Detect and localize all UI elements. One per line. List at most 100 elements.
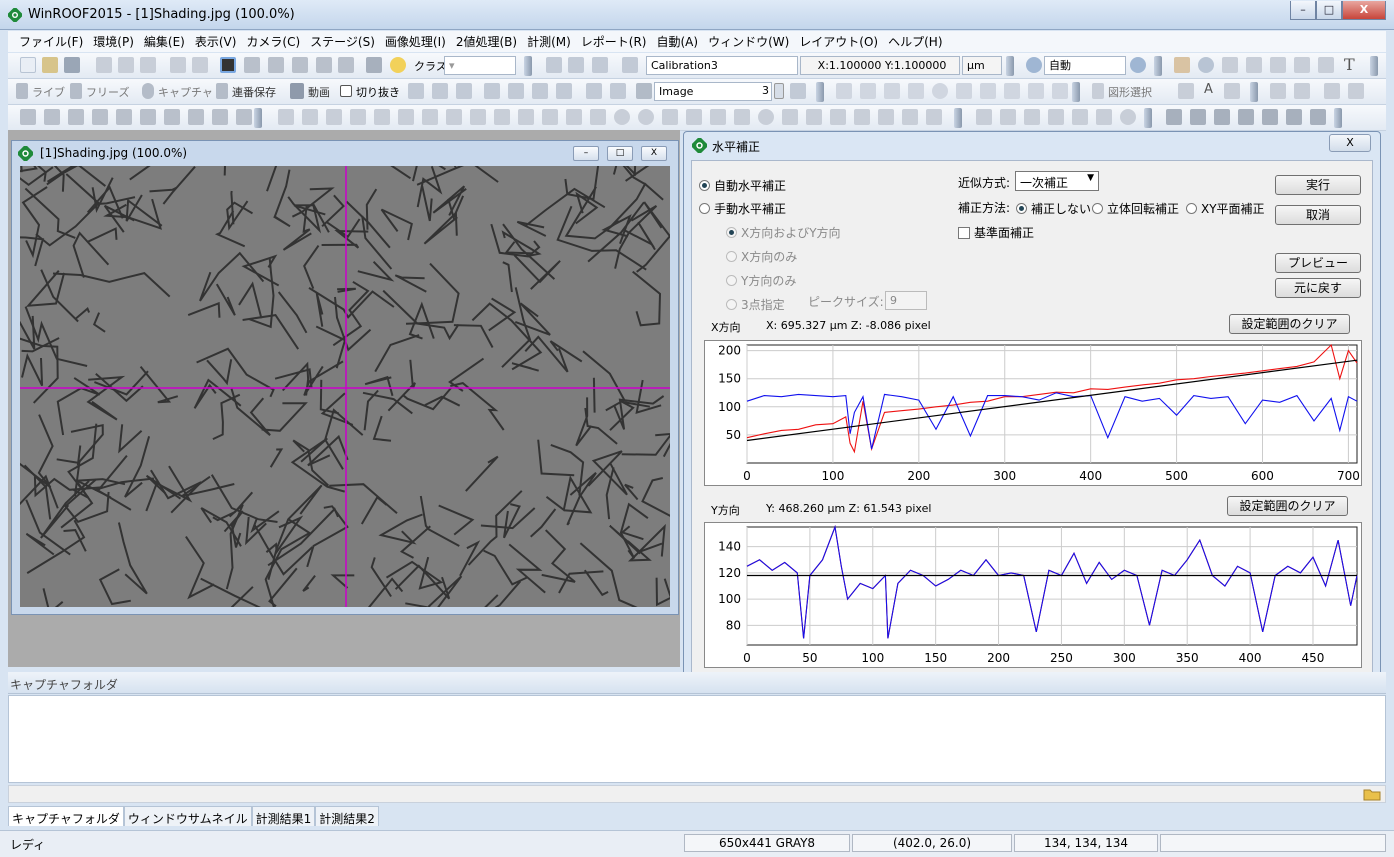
angle2-icon[interactable] (566, 109, 582, 125)
mask-icon[interactable] (316, 57, 332, 73)
y-profile-chart[interactable]: 0 50 100 150 200 250 300 350 400 450 80 100 120 140 (704, 522, 1362, 668)
text-tool-icon[interactable]: T (1344, 55, 1355, 74)
filter-icon[interactable] (508, 83, 524, 99)
rect-icon[interactable] (662, 109, 678, 125)
method-xy-radio[interactable]: XY平面補正 (1186, 200, 1265, 217)
radio-icon[interactable] (1186, 203, 1197, 214)
tool6-icon[interactable] (1286, 109, 1302, 125)
zoom-in-icon[interactable] (1026, 57, 1042, 73)
text-a-icon[interactable]: A (1204, 82, 1213, 97)
polygon-icon[interactable] (956, 83, 972, 99)
grid-icon[interactable] (568, 57, 584, 73)
perp-icon[interactable] (1000, 109, 1016, 125)
layout-icon[interactable] (532, 83, 548, 99)
table-icon[interactable] (546, 57, 562, 73)
stack-icon[interactable] (830, 109, 846, 125)
tool4-icon[interactable] (1238, 109, 1254, 125)
leveling-dialog[interactable]: 水平補正 X 自動水平補正 手動水平補正 X方向およびY方向 X方向のみ Y方向… (683, 131, 1381, 687)
measure2-icon[interactable] (44, 109, 60, 125)
cut-icon[interactable] (96, 57, 112, 73)
reference-plane-checkbox[interactable]: 基準面補正 (958, 224, 1034, 241)
spin-icon[interactable] (774, 83, 784, 99)
measure9-icon[interactable] (212, 109, 228, 125)
refresh-icon[interactable] (790, 83, 806, 99)
help-icon[interactable] (390, 57, 406, 73)
tab-1[interactable]: ウィンドウサムネイル (123, 806, 252, 826)
report-icon[interactable] (1270, 83, 1286, 99)
manual-level-radio[interactable]: 手動水平補正 (699, 200, 786, 217)
toolbar-grip[interactable] (254, 108, 262, 128)
hand-icon[interactable] (1174, 57, 1190, 73)
zoom-out-icon[interactable] (1130, 57, 1146, 73)
measure6-icon[interactable] (140, 109, 156, 125)
tool5-icon[interactable] (1262, 109, 1278, 125)
tool1-icon[interactable] (1166, 109, 1182, 125)
calibration-combo[interactable]: Calibration3 (646, 56, 798, 75)
line-icon[interactable] (860, 83, 876, 99)
cancel-button[interactable]: 取消 (1275, 205, 1361, 225)
settings-icon[interactable] (484, 83, 500, 99)
image-source-icon[interactable] (636, 83, 652, 99)
toolbar-grip[interactable] (1250, 82, 1258, 102)
frame-icon[interactable] (338, 57, 354, 73)
toolbar-grip[interactable] (954, 108, 962, 128)
clear-range-x-button[interactable]: 設定範囲のクリア (1229, 314, 1350, 334)
menu-item-0[interactable]: ファイル(F) (14, 33, 88, 50)
curve2-icon[interactable] (422, 109, 438, 125)
seq-save-button[interactable]: 連番保存 (232, 84, 276, 100)
ellipse2-icon[interactable] (758, 109, 774, 125)
calibration-icon[interactable] (622, 57, 638, 73)
clear-range-y-button[interactable]: 設定範囲のクリア (1227, 496, 1348, 516)
hatch-icon[interactable] (374, 109, 390, 125)
toolbar-grip[interactable] (1006, 56, 1014, 76)
capture-button[interactable]: キャプチャ (158, 84, 213, 100)
cross2-icon[interactable] (976, 109, 992, 125)
circle2-icon[interactable] (638, 109, 654, 125)
save-icon[interactable] (64, 57, 80, 73)
menu-item-9[interactable]: レポート(R) (576, 33, 652, 50)
approx-select[interactable]: 一次補正 ▼ (1015, 171, 1099, 191)
font-icon[interactable] (408, 83, 424, 99)
auto-level-radio[interactable]: 自動水平補正 (699, 177, 786, 194)
measure5-icon[interactable] (116, 109, 132, 125)
point-icon[interactable] (518, 109, 534, 125)
paste-image-icon[interactable] (610, 83, 626, 99)
triangle-icon[interactable] (590, 109, 606, 125)
toolbar-grip[interactable] (1144, 108, 1152, 128)
sequence-icon[interactable] (216, 83, 228, 99)
open-icon[interactable] (42, 57, 58, 73)
image-close-button[interactable]: X (641, 146, 667, 161)
split-icon[interactable] (878, 109, 894, 125)
circle-icon[interactable] (614, 109, 630, 125)
image-number[interactable]: 3 (750, 82, 772, 101)
measure4-icon[interactable] (92, 109, 108, 125)
tab-3[interactable]: 計測結果2 (315, 806, 379, 826)
play-icon[interactable] (16, 83, 28, 99)
toolbar-grip[interactable] (1334, 108, 1342, 128)
tab-2[interactable]: 計測結果1 (251, 806, 316, 826)
menu-item-11[interactable]: ウィンドウ(W) (703, 33, 794, 50)
method-none-radio[interactable]: 補正しない (1016, 200, 1091, 217)
poly-icon[interactable] (710, 109, 726, 125)
radio-icon[interactable] (1092, 203, 1103, 214)
grid-select-icon[interactable] (1028, 83, 1044, 99)
tool2-icon[interactable] (1190, 109, 1206, 125)
close-button[interactable]: X (1342, 1, 1386, 20)
image-minimize-button[interactable]: – (573, 146, 599, 161)
ae-icon[interactable] (456, 83, 472, 99)
copy-image-icon[interactable] (586, 83, 602, 99)
grid2-icon[interactable] (782, 109, 798, 125)
measure3-icon[interactable] (68, 109, 84, 125)
curve-icon[interactable] (398, 109, 414, 125)
menu-item-5[interactable]: ステージ(S) (305, 33, 380, 50)
tool7-icon[interactable] (1310, 109, 1326, 125)
circle3-icon[interactable] (1120, 109, 1136, 125)
tab-0[interactable]: キャプチャフォルダ (8, 806, 124, 826)
menu-item-3[interactable]: 表示(V) (190, 33, 242, 50)
zoom-combo[interactable]: 自動 (1044, 56, 1126, 75)
toolbar-grip[interactable] (1072, 82, 1080, 102)
copy-icon[interactable] (118, 57, 134, 73)
list-icon[interactable] (592, 57, 608, 73)
toolbar-grip[interactable] (524, 56, 532, 76)
toolbar-grip[interactable] (1370, 56, 1378, 76)
